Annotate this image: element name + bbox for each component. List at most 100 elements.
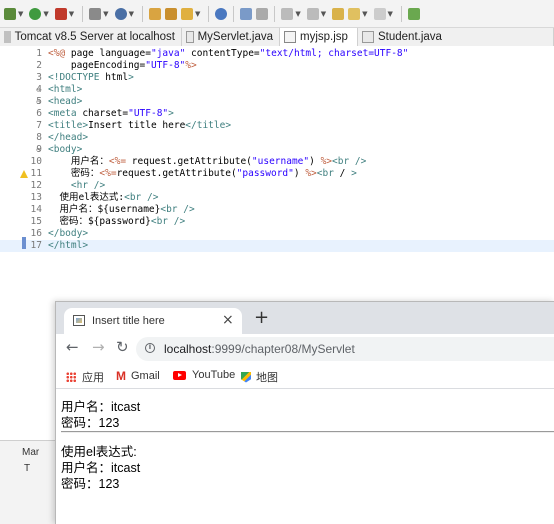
url-text: localhost:9999/chapter08/MyServlet (164, 342, 355, 356)
code-line[interactable]: 15 密码：${password}<br /> (0, 216, 554, 228)
globe-icon[interactable] (114, 7, 127, 20)
markers-tab[interactable]: Mar (22, 447, 39, 458)
el-password-line: 密码：123 (61, 477, 120, 491)
address-bar[interactable]: i localhost:9999/chapter08/MyServlet (136, 337, 554, 361)
code-text: 使用el表达式:<br /> (48, 192, 159, 203)
chevron-down-icon[interactable]: ▼ (388, 10, 393, 18)
code-line[interactable]: 6 <meta charset="UTF-8"> (0, 108, 554, 120)
tab-label: MyServlet.java (197, 31, 273, 43)
maps-icon (241, 371, 251, 383)
bookmark-maps[interactable]: 地图 (241, 369, 278, 385)
page-favicon-icon (73, 315, 85, 326)
bookmark-gmail[interactable]: M Gmail (116, 369, 160, 383)
reload-icon[interactable]: ↻ (116, 338, 129, 356)
code-editor[interactable]: 1 <%@ page language="java" contentType="t… (0, 46, 554, 256)
search-icon[interactable] (240, 7, 253, 20)
chevron-down-icon[interactable]: ▼ (321, 10, 326, 18)
code-line[interactable]: 7 <title>Insert title here</title> (0, 120, 554, 132)
eclipse-toolbar: ▼ ▼ ▼ ▼ ▼ ▼ ▼ ▼ ▼ ▼ (0, 0, 554, 28)
line-number: 10 (30, 156, 42, 167)
code-line[interactable]: 9 ⊖ <body> (0, 144, 554, 156)
code-line[interactable]: 1 <%@ page language="java" contentType="t… (0, 48, 554, 60)
code-line[interactable]: 11 密码：<%=request.getAttribute("password"… (0, 168, 554, 180)
chevron-down-icon[interactable]: ▼ (195, 10, 200, 18)
chevron-down-icon[interactable]: ▼ (362, 10, 367, 18)
close-tab-icon[interactable]: × (222, 312, 234, 328)
forward-arrow-icon[interactable] (373, 7, 386, 20)
open-folder-icon[interactable] (148, 7, 161, 20)
back-arrow-icon[interactable]: ← (66, 338, 79, 356)
toolbar-separator (208, 5, 210, 22)
fold-toggle-icon[interactable]: ⊖ (36, 84, 40, 96)
chevron-down-icon[interactable]: ▼ (69, 10, 74, 18)
youtube-icon (173, 370, 186, 380)
current-line-marker (22, 237, 26, 249)
info-icon[interactable]: i (145, 343, 155, 353)
code-text: <hr /> (70, 180, 106, 191)
run-icon[interactable] (29, 7, 42, 20)
prev-annotation-icon[interactable] (306, 7, 319, 20)
fold-toggle-icon[interactable]: ⊖ (36, 96, 40, 108)
code-text: 用户名：<%= request.getAttribute("username")… (48, 156, 367, 167)
horizontal-rule (61, 431, 554, 433)
code-line[interactable]: 14 用户名：${username}<br /> (0, 204, 554, 216)
code-line[interactable]: 13 使用el表达式:<br /> (0, 192, 554, 204)
browser-tab-title: Insert title here (92, 315, 165, 327)
browser-tab[interactable]: Insert title here × (64, 308, 242, 334)
next-annotation-icon[interactable] (281, 7, 294, 20)
toolbar-separator (400, 5, 402, 22)
fold-toggle-icon[interactable]: ⊖ (36, 144, 40, 156)
bookmark-youtube[interactable]: YouTube (173, 369, 235, 381)
browser-icon[interactable] (215, 7, 228, 20)
last-edit-icon[interactable] (332, 7, 345, 20)
code-line[interactable]: 2 pageEncoding="UTF-8"%> (0, 60, 554, 72)
java-file-icon (186, 31, 194, 43)
tab-tomcat-server[interactable]: Tomcat v8.5 Server at localhost (0, 28, 182, 46)
line-number: 17 (30, 240, 42, 251)
edit-icon[interactable] (256, 7, 269, 20)
chevron-down-icon[interactable]: ▼ (295, 10, 300, 18)
code-line[interactable]: 16 </body> (0, 228, 554, 240)
line-number: 8 (36, 132, 42, 143)
tab-myjsp-jsp[interactable]: myjsp.jsp (280, 28, 358, 46)
code-line[interactable]: 12 <hr /> (0, 180, 554, 192)
line-number: 3 (36, 72, 42, 83)
code-line[interactable]: 10 用户名：<%= request.getAttribute("usernam… (0, 156, 554, 168)
open-type-icon[interactable] (164, 7, 177, 20)
code-line[interactable]: 5 ⊖ <head> (0, 96, 554, 108)
pin-editor-icon[interactable] (407, 7, 420, 20)
bookmark-label: Gmail (131, 370, 160, 382)
code-line[interactable]: 17 </html> (0, 240, 554, 252)
bookmark-label: 应用 (82, 372, 104, 384)
url-path: :9999/chapter08/MyServlet (211, 342, 355, 356)
new-server-icon[interactable] (89, 7, 102, 20)
code-line[interactable]: 8 </head> (0, 132, 554, 144)
chevron-down-icon[interactable]: ▼ (129, 10, 134, 18)
chevron-down-icon[interactable]: ▼ (103, 10, 108, 18)
chevron-down-icon[interactable]: ▼ (18, 10, 23, 18)
back-arrow-icon[interactable] (348, 7, 361, 20)
debug-icon[interactable] (4, 7, 16, 20)
new-tab-button[interactable]: + (254, 307, 269, 328)
toolbar-separator (274, 5, 276, 22)
chevron-down-icon[interactable]: ▼ (43, 10, 48, 18)
code-text: 密码：${password}<br /> (48, 216, 186, 227)
jsp-file-icon (284, 31, 296, 43)
tab-myservlet-java[interactable]: MyServlet.java (182, 28, 280, 46)
line-number: 16 (30, 228, 42, 239)
browser-window: Insert title here × + ← → ↻ i localhost:… (55, 301, 554, 524)
line-number: 2 (36, 60, 42, 71)
markers-row[interactable]: T (24, 463, 30, 474)
code-line[interactable]: 4 ⊖ <html> (0, 84, 554, 96)
external-tools-icon[interactable] (54, 7, 67, 20)
code-text: </html> (48, 240, 89, 251)
code-text: </head> (48, 132, 89, 143)
bookmark-label: 地图 (256, 372, 278, 384)
code-line[interactable]: 3 <!DOCTYPE html> (0, 72, 554, 84)
forward-arrow-icon[interactable]: → (92, 338, 105, 356)
bookmark-apps[interactable]: 应用 (66, 369, 104, 385)
editor-tab-bar: Tomcat v8.5 Server at localhost MyServle… (0, 28, 554, 47)
pencil-icon[interactable] (180, 7, 193, 20)
code-text: <meta charset="UTF-8"> (48, 108, 174, 119)
tab-student-java[interactable]: Student.java (358, 28, 554, 46)
